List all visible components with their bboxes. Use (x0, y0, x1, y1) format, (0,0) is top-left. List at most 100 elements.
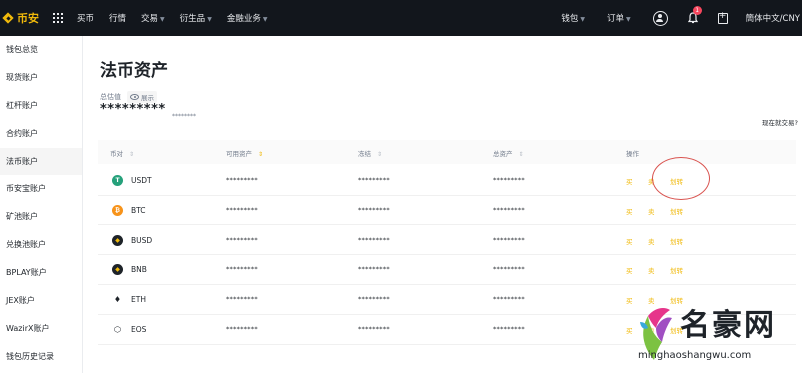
notification-badge: 1 (692, 6, 702, 15)
usdt-coin-icon: T (112, 175, 123, 186)
language-currency-selector[interactable]: 簡体中文/CNY (746, 12, 800, 24)
sell-button[interactable]: 卖 (648, 236, 655, 246)
coin-name: BUSD (131, 235, 153, 245)
sidebar-item[interactable]: 币安宝账户 (0, 175, 82, 203)
nav-item[interactable]: 买币 (77, 12, 94, 24)
sidebar-item[interactable]: 矿池账户 (0, 203, 82, 231)
column-header-total[interactable]: 总资产 ⇕ (493, 148, 524, 158)
coin-name: BNB (131, 265, 147, 275)
trade-now-link[interactable]: 现在就交易? (762, 117, 798, 127)
frozen-value: ********* (358, 295, 390, 304)
available-value: ********* (226, 176, 258, 184)
watermark-title: 名豪网 (680, 308, 776, 343)
watermark-url: minghaoshangwu.com (638, 350, 752, 361)
buy-button[interactable]: 买 (626, 206, 633, 216)
coin-cell: ⬡ EOS (112, 324, 146, 335)
chevron-down-icon: ▼ (160, 16, 165, 23)
chevron-down-icon: ▼ (207, 16, 212, 23)
coin-name: BTC (131, 205, 146, 215)
total-value: ********* (493, 265, 525, 274)
transfer-button[interactable]: 划转 (670, 206, 683, 216)
total-value: ********* (493, 205, 525, 214)
right-nav: 钱包▼ 订单▼ 1 簡体中文/CNY (561, 0, 802, 36)
notification-bell[interactable]: 1 (687, 6, 702, 24)
nav-item[interactable]: 行情 (109, 12, 126, 24)
eos-coin-icon: ⬡ (112, 324, 123, 335)
sort-icon: ⇕ (129, 151, 135, 158)
table-row: ◆ BUSD ********* ********* ********* 买 卖 划转 (98, 226, 796, 256)
chevron-down-icon: ▼ (262, 16, 268, 23)
sell-button[interactable]: 卖 (648, 206, 655, 216)
frozen-value: ********* (358, 235, 390, 244)
column-header-coin[interactable]: 币对 ⇕ (110, 148, 134, 158)
watermark: 名豪网 minghaoshangwu.com (634, 294, 799, 370)
total-value: ********* (493, 325, 525, 333)
apps-grid-icon[interactable] (53, 13, 63, 23)
available-value: ********* (226, 235, 258, 244)
sidebar-item[interactable]: 杠杆账户 (0, 92, 82, 120)
coin-cell: ♦ ETH (112, 294, 146, 306)
frozen-value: ********* (358, 176, 390, 184)
logo-text: 币安 (17, 12, 39, 25)
table-row: ◆ BNB ********* ********* ********* 买 卖 划转 (98, 255, 796, 285)
eth-coin-icon: ♦ (112, 294, 123, 306)
available-value: ********* (226, 205, 258, 214)
total-balance-masked: ********* (100, 102, 166, 117)
frozen-value: ********* (358, 205, 390, 214)
sidebar: 钱包总览 现货账户 杠杆账户 合约账户 法币账户 币安宝账户 矿池账户 兑换池账户 BPLAY账… (0, 36, 83, 373)
binance-logo[interactable]: 币安 (2, 10, 39, 26)
coin-name: EOS (131, 325, 147, 334)
sort-icon: ⇕ (518, 151, 524, 158)
frozen-value: ********* (358, 265, 390, 274)
coin-name: ETH (131, 295, 146, 305)
buy-button[interactable]: 买 (626, 295, 633, 305)
available-value: ********* (226, 325, 258, 333)
sidebar-item[interactable]: 钱包总览 (0, 36, 82, 64)
total-balance-sub-masked: ******** (172, 113, 196, 120)
coin-cell: T USDT (112, 175, 152, 186)
binance-logo-icon (2, 12, 14, 24)
sidebar-item[interactable]: BPLAY账户 (0, 259, 82, 287)
sell-button[interactable]: 卖 (648, 265, 655, 275)
transfer-button[interactable]: 划转 (670, 236, 683, 246)
page-title: 法币资产 (100, 61, 168, 81)
transfer-button[interactable]: 划转 (670, 265, 683, 275)
coin-cell: ◆ BNB (112, 264, 147, 276)
show-label: 展示 (141, 94, 154, 102)
sidebar-item[interactable]: 合约账户 (0, 120, 82, 148)
user-profile-icon[interactable] (652, 10, 668, 26)
estimated-value-label: 总估值 (100, 93, 121, 101)
wallet-menu[interactable]: 钱包 ▼ (561, 12, 585, 24)
sidebar-item[interactable]: 现货账户 (0, 64, 82, 92)
eye-icon (130, 94, 139, 100)
download-icon[interactable] (717, 11, 728, 24)
sidebar-item[interactable]: 法币账户 (0, 147, 82, 176)
bnb-coin-icon: ◆ (112, 264, 123, 276)
orders-menu[interactable]: 订单 ▼ (607, 12, 631, 24)
column-header-available[interactable]: 可用资产 ⇕ (226, 148, 263, 158)
chevron-down-icon: ▼ (626, 16, 631, 23)
btc-coin-icon: ₿ (112, 204, 123, 216)
buy-button[interactable]: 买 (626, 236, 633, 246)
busd-coin-icon: ◆ (112, 234, 123, 246)
buy-button[interactable]: 买 (626, 265, 633, 275)
coin-cell: ₿ BTC (112, 204, 146, 216)
sort-icon: ⇕ (377, 151, 383, 158)
main-nav: 买币 行情 交易 ▼ 衍生品 ▼ 金融业务 ▼ (77, 12, 282, 24)
buy-button[interactable]: 买 (626, 176, 633, 186)
sidebar-item[interactable]: JEX账户 (0, 287, 82, 315)
total-value: ********* (493, 235, 525, 244)
column-header-frozen[interactable]: 冻结 ⇕ (358, 148, 382, 158)
sidebar-item[interactable]: 兑换池账户 (0, 231, 82, 259)
top-navigation-bar: 币安 买币 行情 交易▼ 衍生品▼ 金融业务▼ 钱包▼ 订单▼ 1 簡体中文/CNY (0, 0, 802, 36)
coin-name: USDT (131, 176, 152, 185)
sidebar-item[interactable]: WazirX账户 (0, 315, 82, 343)
available-value: ********* (226, 295, 258, 304)
nav-item[interactable]: 金融业务 ▼ (227, 12, 268, 24)
buy-button[interactable]: 买 (626, 325, 633, 335)
sidebar-item[interactable]: 钱包历史记录 (0, 343, 82, 371)
table-row: ₿ BTC ********* ********* ********* 买 卖 划转 (98, 196, 796, 226)
nav-item[interactable]: 衍生品 ▼ (180, 12, 212, 24)
available-value: ********* (226, 265, 258, 274)
nav-item[interactable]: 交易 ▼ (141, 12, 165, 24)
